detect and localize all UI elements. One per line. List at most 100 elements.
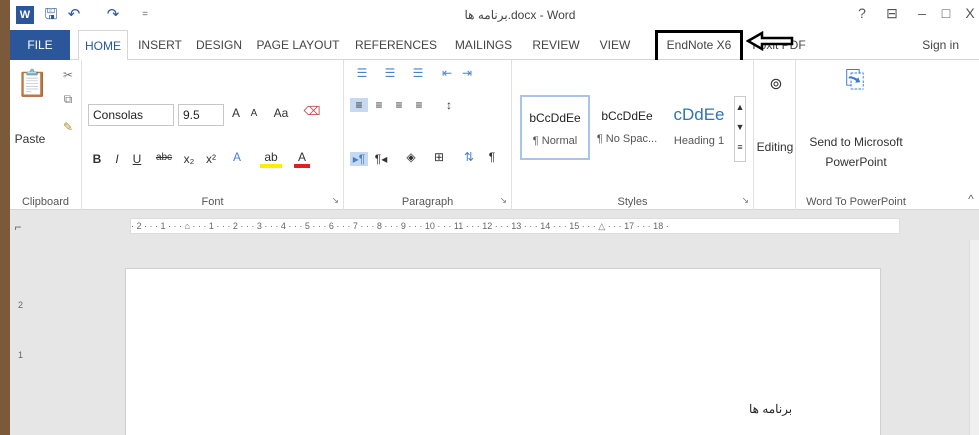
save-icon[interactable]: 🖫 (42, 6, 60, 24)
font-group: Consolas 9.5 A A Aa ⌫ B I U abc x₂ x² A … (82, 60, 344, 210)
binoculars-icon[interactable]: ⊚ (766, 74, 786, 94)
style-heading-1[interactable]: cDdEe Heading 1 (664, 95, 734, 160)
tab-selector-icon[interactable]: ⌐ (10, 220, 26, 234)
styles-group: bCcDdEe ¶ Normal bCcDdEe ¶ No Spac... cD… (512, 60, 754, 210)
vertical-ruler[interactable]: 2 1 (10, 260, 32, 435)
word-app-icon[interactable]: W (16, 6, 34, 24)
font-color-button[interactable]: A (294, 150, 310, 168)
document-area: ⌐ · 2 · · · 1 · · · ⌂ · · · 1 · · · 2 · … (10, 210, 979, 435)
minimize-button[interactable]: – (912, 5, 932, 21)
annotation-arrow-icon (746, 31, 794, 51)
highlight-button[interactable]: ab (260, 150, 282, 168)
clipboard-label: Clipboard (21, 196, 70, 208)
align-left-icon[interactable]: ≡ (350, 98, 368, 112)
copy-icon[interactable]: ⧉ (58, 92, 78, 107)
clipboard-group: 📋 Paste ✂ ⧉ ✎ Clipboard (10, 60, 82, 210)
style-sample-no-spacing: bCcDdEe (601, 109, 653, 123)
decrease-indent-icon[interactable]: ⇤ (438, 66, 456, 80)
word-to-powerpoint-label: Word To PowerPoint (806, 196, 906, 208)
show-marks-button[interactable]: ¶ (484, 150, 500, 164)
ribbon-display-button[interactable]: ⊟ (882, 5, 902, 22)
style-name-normal: ¶ Normal (532, 135, 578, 147)
style-no-spacing[interactable]: bCcDdEe ¶ No Spac... (592, 95, 662, 160)
signin-link[interactable]: Sign in (922, 30, 959, 60)
style-sample-normal: bCcDdEe (529, 111, 581, 125)
grow-font-button[interactable]: A (228, 106, 244, 120)
align-right-icon[interactable]: ≡ (390, 98, 408, 112)
styles-launcher-icon[interactable]: ↘ (741, 195, 749, 206)
tab-insert[interactable]: INSERT (134, 30, 186, 60)
editing-group: ⊚ Editing (754, 60, 796, 210)
style-name-no-spacing: ¶ No Spac... (596, 133, 658, 145)
qat-customize-icon[interactable]: = (136, 6, 154, 24)
format-painter-icon[interactable]: ✎ (58, 120, 78, 134)
strikethrough-button[interactable]: abc (152, 152, 176, 163)
shrink-font-button[interactable]: A (246, 108, 262, 119)
superscript-button[interactable]: x² (202, 152, 220, 166)
editing-button[interactable]: Editing (754, 140, 796, 154)
clear-formatting-icon[interactable]: ⌫ (302, 104, 322, 118)
font-size-field[interactable]: 9.5 (178, 104, 224, 126)
bold-button[interactable]: B (90, 152, 104, 166)
tab-page-layout[interactable]: PAGE LAYOUT (252, 30, 344, 60)
tab-mailings[interactable]: MAILINGS (446, 30, 521, 60)
align-center-icon[interactable]: ≡ (370, 98, 388, 112)
increase-indent-icon[interactable]: ⇥ (458, 66, 476, 80)
numbering-icon[interactable]: ☰ (378, 66, 402, 80)
close-button[interactable]: X (960, 5, 979, 21)
ribbon-tabs: FILE HOME INSERT DESIGN PAGE LAYOUT REFE… (10, 30, 979, 61)
rtl-icon[interactable]: ¶◂ (372, 152, 390, 166)
font-name-field[interactable]: Consolas (88, 104, 174, 126)
vruler-tick-1: 1 (18, 350, 24, 360)
sort-icon[interactable]: ⇅ (460, 150, 478, 164)
paragraph-launcher-icon[interactable]: ↘ (499, 195, 507, 206)
document-text[interactable]: برنامه ها (749, 402, 792, 416)
justify-icon[interactable]: ≡ (410, 98, 428, 112)
vertical-scrollbar[interactable] (969, 240, 979, 435)
send-to-powerpoint-button[interactable]: Send to Microsoft PowerPoint (796, 132, 916, 172)
title-bar: W 🖫 ↶ ↷ = برنامه ها.docx - Word ? ⊟ – □ … (10, 0, 979, 30)
style-name-heading-1: Heading 1 (673, 135, 725, 147)
style-sample-heading-1: cDdEe (673, 105, 725, 124)
text-effects-button[interactable]: A (228, 150, 246, 164)
paste-button[interactable]: Paste (12, 132, 48, 146)
borders-icon[interactable]: ⊞ (428, 150, 450, 164)
paragraph-label: Paragraph (401, 196, 454, 208)
tab-view[interactable]: VIEW (590, 30, 640, 60)
styles-scroll-icon[interactable]: ▲ ▼ ≡ (734, 96, 746, 162)
font-launcher-icon[interactable]: ↘ (331, 195, 339, 206)
subscript-button[interactable]: x₂ (180, 152, 198, 166)
vruler-tick-2: 2 (18, 300, 24, 310)
styles-label: Styles (617, 196, 648, 208)
horizontal-ruler[interactable]: · 2 · · · 1 · · · ⌂ · · · 1 · · · 2 · · … (130, 218, 900, 234)
paragraph-group: ☰ ☰ ☰ ⇤ ⇥ ≡ ≡ ≡ ≡ ↕ ▸¶ ¶◂ ◈ ⊞ ⇅ ¶ Paragr… (344, 60, 512, 210)
line-spacing-icon[interactable]: ↕ (438, 98, 460, 112)
paste-icon[interactable]: 📋 (16, 68, 48, 99)
change-case-button[interactable]: Aa (268, 106, 294, 120)
bullets-icon[interactable]: ☰ (350, 66, 374, 80)
send-to-powerpoint-icon[interactable]: ⎘ (840, 66, 870, 94)
redo-icon[interactable]: ↷ (104, 6, 122, 24)
font-label: Font (201, 196, 224, 208)
cut-icon[interactable]: ✂ (58, 68, 78, 82)
style-normal[interactable]: bCcDdEe ¶ Normal (520, 95, 590, 160)
help-button[interactable]: ? (852, 5, 872, 21)
underline-button[interactable]: U (130, 152, 144, 166)
tab-review[interactable]: REVIEW (528, 30, 584, 60)
tab-references[interactable]: REFERENCES (352, 30, 440, 60)
word-to-powerpoint-group: ⎘ Send to Microsoft PowerPoint Word To P… (796, 60, 916, 210)
document-page[interactable]: برنامه ها (125, 268, 881, 435)
tab-file[interactable]: FILE (10, 30, 70, 60)
tab-design[interactable]: DESIGN (193, 30, 245, 60)
italic-button[interactable]: I (110, 152, 124, 166)
window-title: برنامه ها.docx - Word (464, 8, 576, 22)
undo-icon[interactable]: ↶ (65, 6, 83, 24)
ribbon: 📋 Paste ✂ ⧉ ✎ Clipboard Consolas 9.5 A A… (10, 60, 979, 210)
background-strip (0, 0, 10, 435)
collapse-ribbon-icon[interactable]: ^ (965, 192, 977, 206)
shading-icon[interactable]: ◈ (400, 150, 422, 164)
multilevel-list-icon[interactable]: ☰ (406, 66, 430, 80)
maximize-button[interactable]: □ (936, 5, 956, 21)
ltr-icon[interactable]: ▸¶ (350, 152, 368, 166)
tab-home[interactable]: HOME (78, 30, 128, 61)
